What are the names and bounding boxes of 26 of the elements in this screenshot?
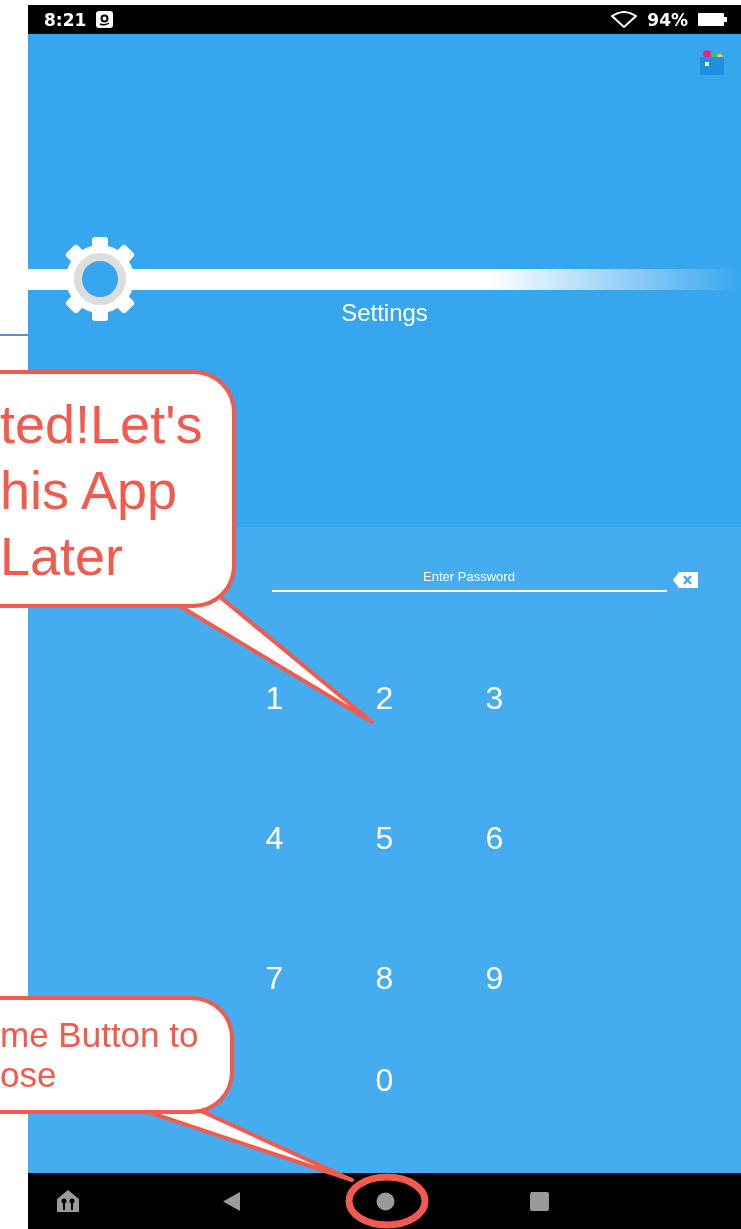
recents-icon[interactable]	[530, 1191, 549, 1211]
clock-time: 8:21	[44, 9, 87, 30]
keypad-key[interactable]: 5	[354, 820, 415, 860]
callout-text: his App	[0, 459, 178, 522]
wifi-icon	[611, 11, 638, 28]
keypad-key[interactable]: 8	[354, 960, 415, 1000]
page-title: Settings	[341, 299, 428, 327]
password-field[interactable]: Enter Password	[271, 567, 667, 592]
battery-percent: 94%	[647, 9, 688, 30]
keypad-key[interactable]: 4	[244, 820, 305, 860]
callout-text: ted!Let's	[0, 393, 203, 456]
keypad-key[interactable]: 0	[354, 1062, 415, 1102]
home-profile-icon[interactable]	[55, 1189, 81, 1213]
callout-text: Later	[0, 525, 124, 588]
home-icon[interactable]	[376, 1191, 395, 1211]
battery-icon	[698, 13, 727, 26]
keypad-key[interactable]: 2	[354, 680, 415, 720]
keypad-key[interactable]: 1	[244, 680, 305, 720]
keypad-key[interactable]: 6	[464, 820, 525, 860]
back-icon[interactable]	[223, 1191, 240, 1211]
keypad-key[interactable]: 9	[464, 960, 525, 1000]
app-folder-icon[interactable]	[699, 48, 725, 76]
callout-text: me Button to	[0, 1015, 199, 1055]
keypad-key[interactable]: 3	[464, 680, 525, 720]
keypad-key[interactable]: 7	[244, 960, 305, 1000]
callout-text: ose	[0, 1055, 57, 1095]
